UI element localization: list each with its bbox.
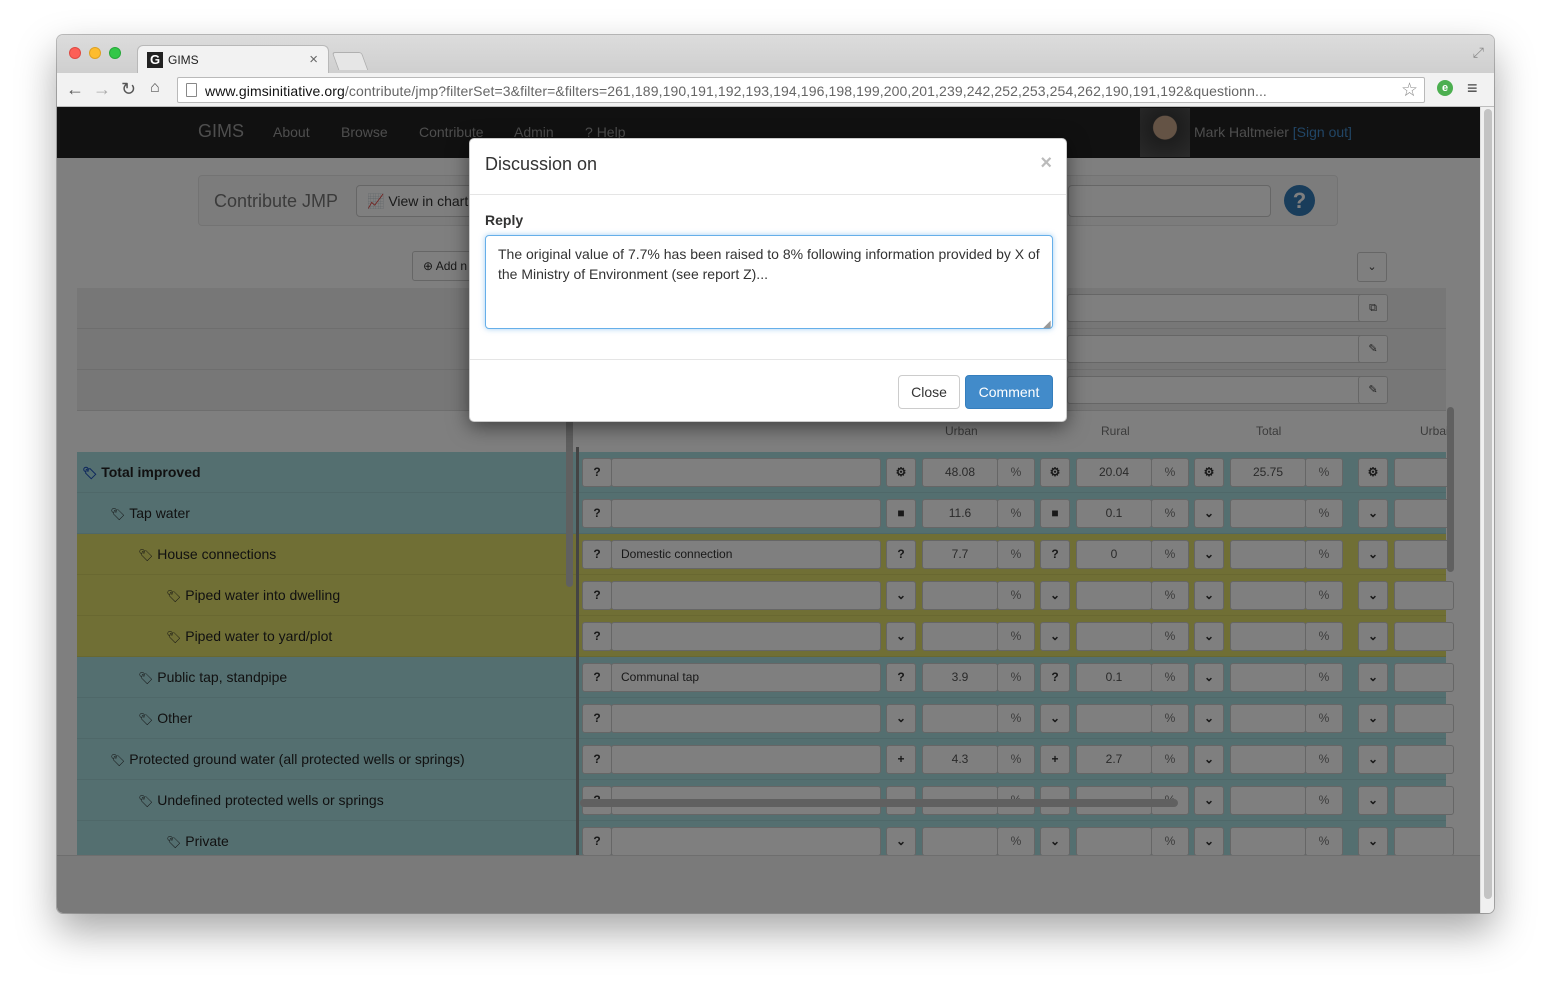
back-icon[interactable]: ←	[66, 79, 84, 100]
modal-title: Discussion on	[485, 154, 598, 174]
forward-icon[interactable]: →	[93, 79, 111, 100]
tab-title: GIMS	[168, 53, 199, 67]
address-bar[interactable]: www.gimsinitiative.org/contribute/jmp?fi…	[177, 77, 1425, 103]
tab-close-icon[interactable]: ×	[309, 51, 318, 68]
page-scrollbar[interactable]	[1480, 107, 1494, 913]
extension-icon[interactable]: e	[1437, 80, 1453, 96]
reload-icon[interactable]: ↻	[121, 79, 136, 100]
menu-icon[interactable]: ≡	[1467, 78, 1478, 99]
star-icon[interactable]: ☆	[1401, 79, 1418, 102]
page-icon	[186, 83, 197, 97]
close-button[interactable]: Close	[898, 375, 960, 409]
fullscreen-icon[interactable]: ⤢	[1473, 44, 1484, 61]
page: GIMS About Browse Contribute Admin ? Hel…	[57, 107, 1480, 913]
modal-footer: Close Comment	[470, 359, 1066, 423]
close-icon[interactable]: ×	[1040, 152, 1052, 175]
window-maximize-button[interactable]	[109, 47, 121, 59]
browser-toolbar: ← → ↻ ⌂ www.gimsinitiative.org/contribut…	[57, 73, 1494, 107]
tab-strip: G GIMS × ⤢	[57, 35, 1494, 73]
reply-textarea[interactable]: The original value of 7.7% has been rais…	[485, 235, 1053, 329]
discussion-modal: Discussion on × Reply The original value…	[469, 138, 1067, 422]
page-scrollbar-thumb[interactable]	[1484, 109, 1492, 899]
gims-favicon-icon: G	[147, 52, 163, 68]
reply-label: Reply	[485, 212, 524, 228]
window-minimize-button[interactable]	[89, 47, 101, 59]
browser-tab[interactable]: G GIMS ×	[137, 45, 329, 73]
url-text[interactable]: www.gimsinitiative.org/contribute/jmp?fi…	[205, 83, 1400, 99]
comment-button[interactable]: Comment	[965, 375, 1053, 409]
modal-header: Discussion on ×	[470, 139, 1066, 195]
window-close-button[interactable]	[69, 47, 81, 59]
home-icon[interactable]: ⌂	[150, 79, 160, 97]
new-tab-button[interactable]	[331, 52, 369, 70]
resize-grip-icon[interactable]: ◢	[1043, 319, 1051, 330]
browser-window: G GIMS × ⤢ ← → ↻ ⌂ www.gimsinitiative.or…	[57, 35, 1494, 913]
